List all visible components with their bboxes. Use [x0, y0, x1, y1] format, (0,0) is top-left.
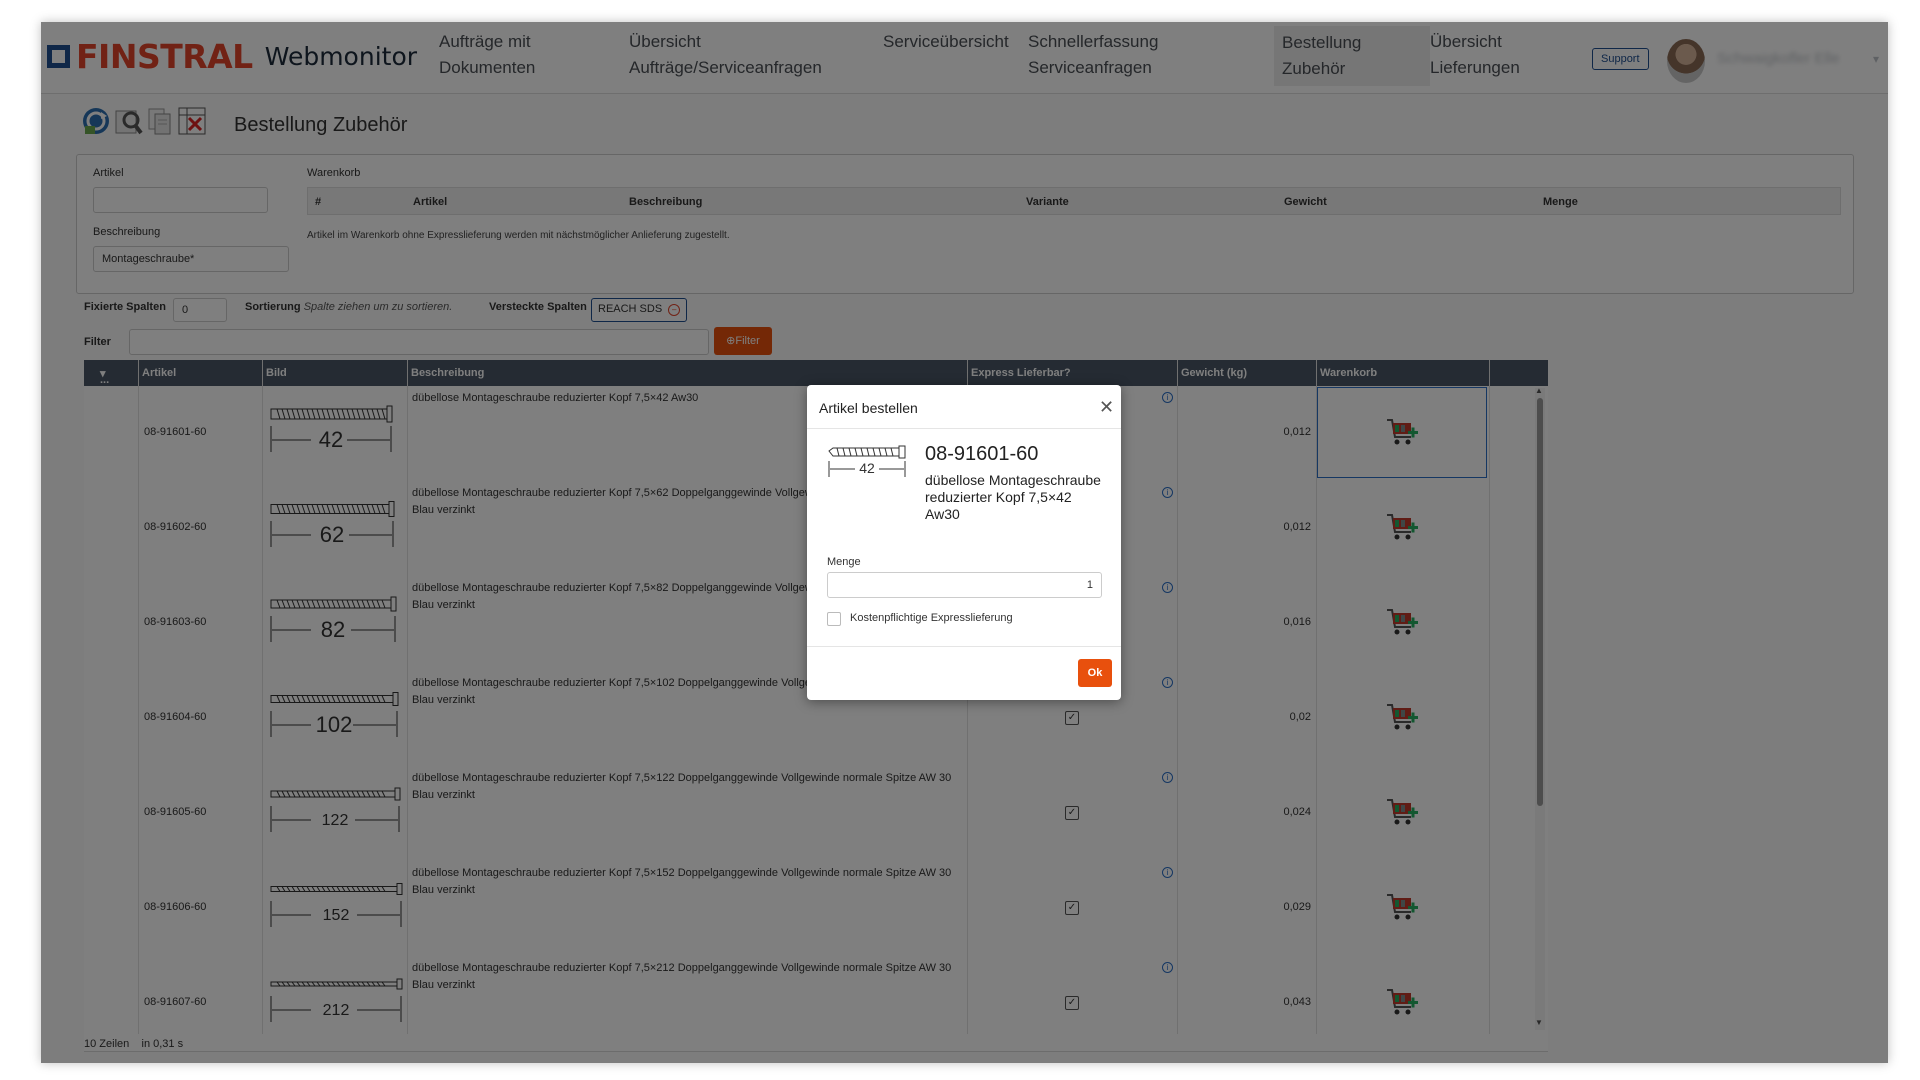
screw-image: 42 — [828, 445, 906, 477]
close-icon[interactable]: ✕ — [1099, 397, 1114, 418]
dialog-title: Artikel bestellen — [819, 400, 918, 416]
quantity-label: Menge — [827, 556, 861, 568]
screw-image-length: 42 — [859, 460, 875, 476]
dialog-article-number: 08-91601-60 — [925, 443, 1039, 465]
dialog-article-description: dübellose Montageschraube reduzierter Ko… — [925, 472, 1101, 522]
app-window: FINSTRAL Webmonitor Aufträge mit Dokumen… — [41, 22, 1888, 1063]
express-delivery-checkbox[interactable] — [827, 612, 841, 626]
ok-button[interactable]: Ok — [1078, 659, 1112, 687]
quantity-input[interactable]: 1 — [827, 572, 1102, 598]
express-delivery-label[interactable]: Kostenpflichtige Expresslieferung — [850, 612, 1013, 624]
order-article-dialog: Artikel bestellen ✕ 42 08-91601-60 dübel… — [807, 385, 1121, 700]
